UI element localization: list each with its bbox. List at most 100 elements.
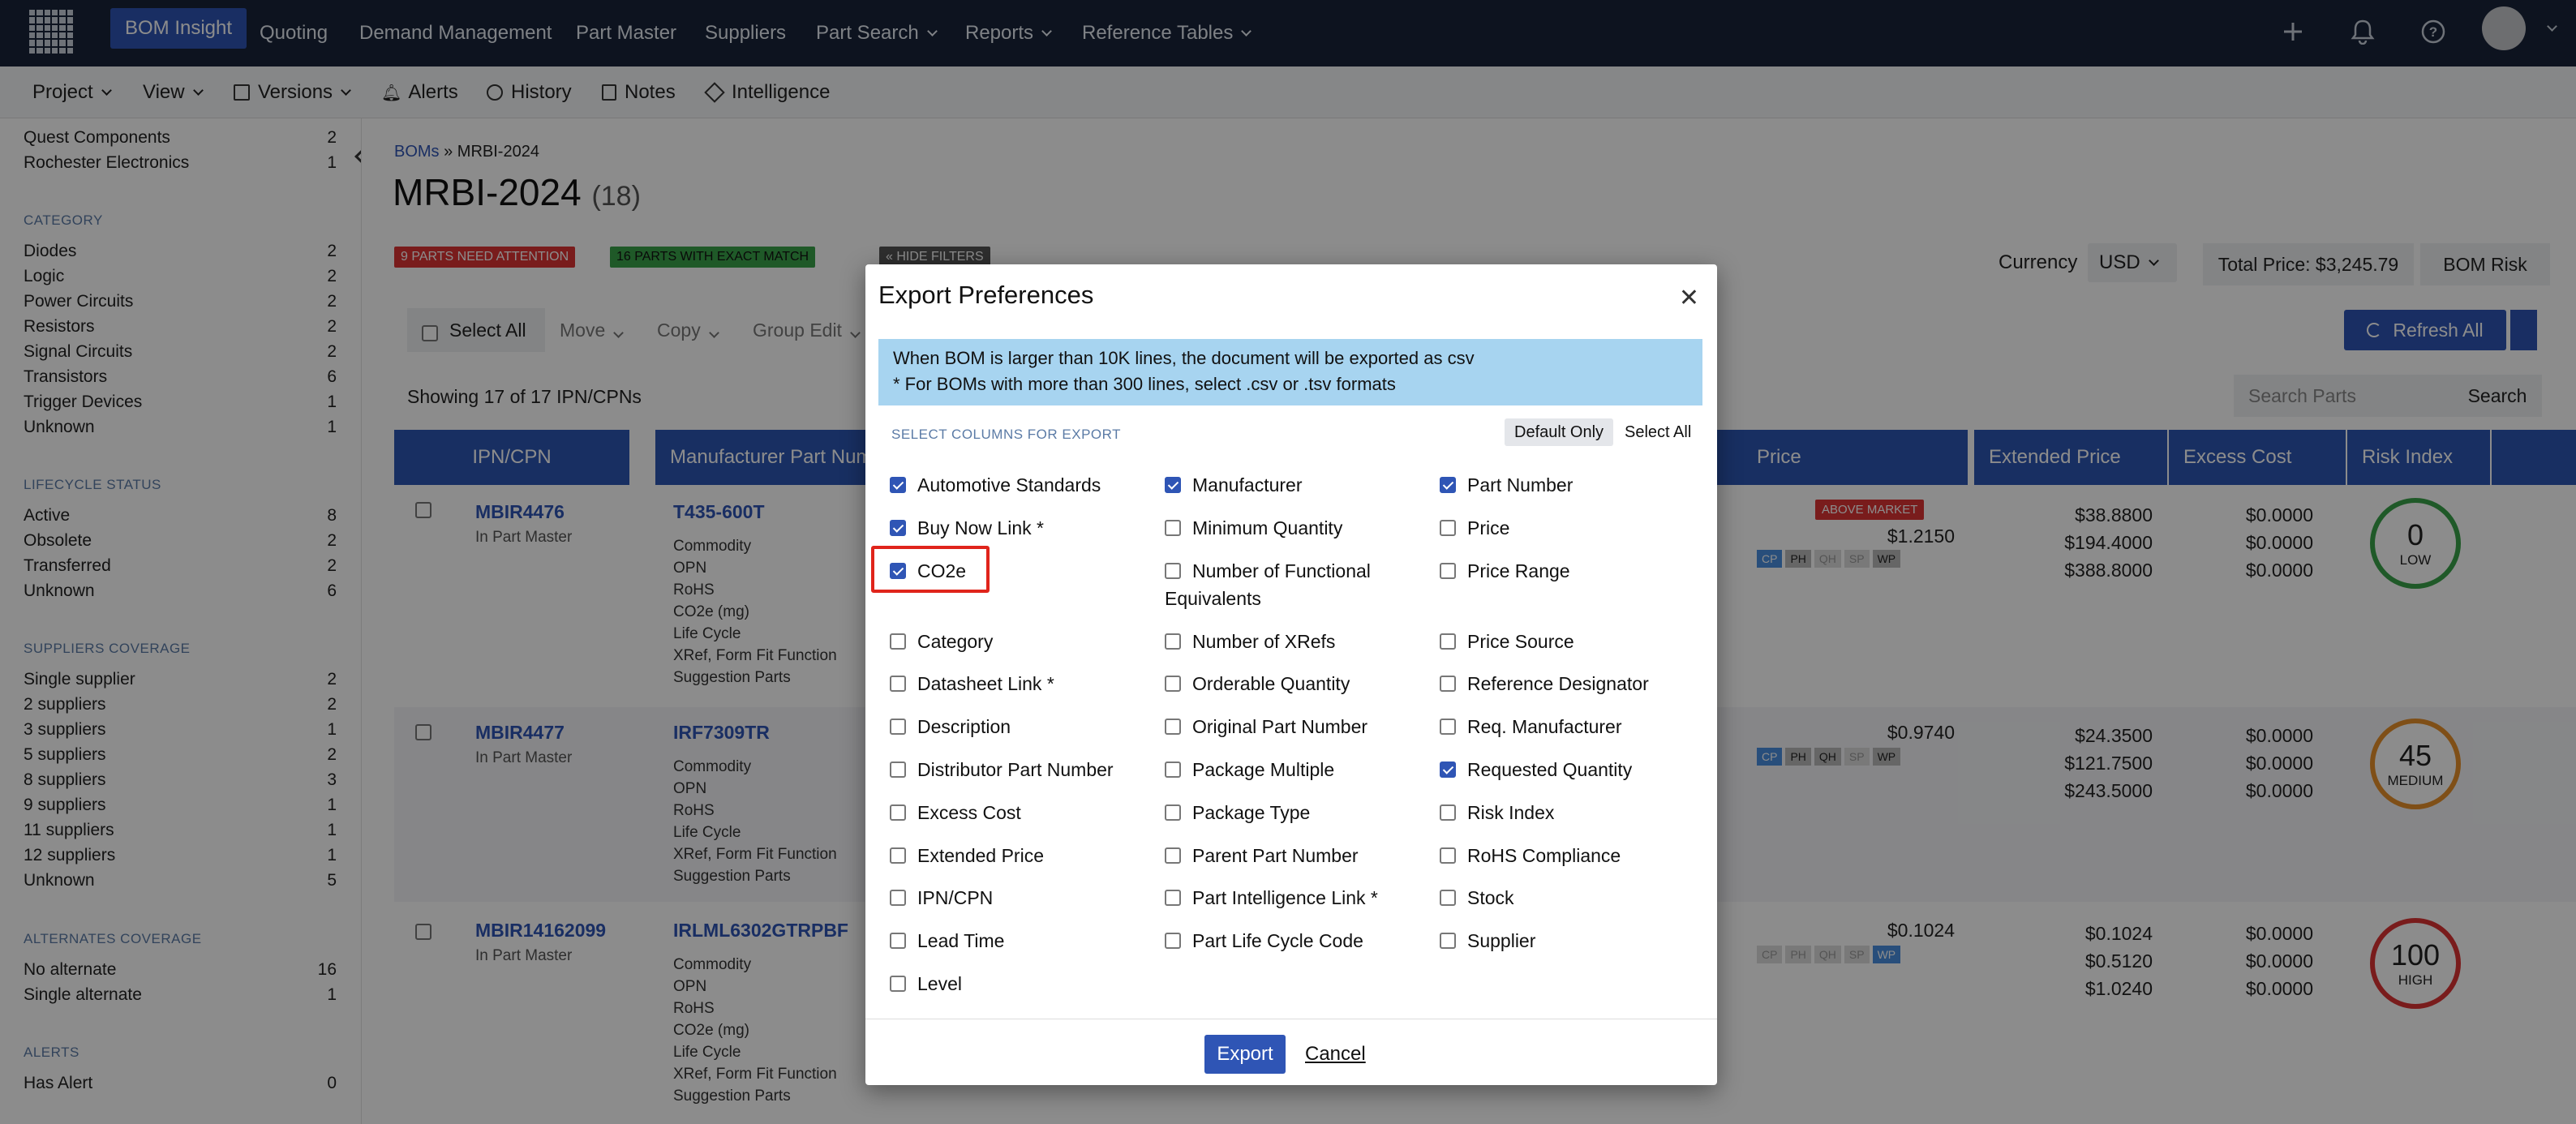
default-only-button[interactable]: Default Only xyxy=(1505,418,1614,446)
option-part-number[interactable]: Part Number xyxy=(1440,471,1573,499)
option-label: Price xyxy=(1467,517,1510,538)
option-risk-index[interactable]: Risk Index xyxy=(1440,799,1554,826)
checkbox[interactable] xyxy=(890,633,906,650)
checkbox[interactable] xyxy=(1440,633,1456,650)
option-label: Extended Price xyxy=(917,845,1044,866)
option-requested-quantity[interactable]: Requested Quantity xyxy=(1440,756,1632,783)
option-label: Level xyxy=(917,973,962,994)
option-label: Req. Manufacturer xyxy=(1467,716,1622,737)
checkbox[interactable] xyxy=(890,890,906,906)
option-datasheet-link[interactable]: Datasheet Link * xyxy=(890,670,1054,697)
checkbox[interactable] xyxy=(1165,633,1181,650)
checkbox[interactable] xyxy=(1165,676,1181,692)
option-buy-now-link[interactable]: Buy Now Link * xyxy=(890,514,1044,542)
co2e-highlight-box xyxy=(871,546,990,593)
checkbox[interactable] xyxy=(890,976,906,992)
export-preferences-dialog: Export Preferences ✕ When BOM is larger … xyxy=(865,264,1717,1085)
option-parent-part-number[interactable]: Parent Part Number xyxy=(1165,842,1359,869)
checkbox[interactable] xyxy=(1165,719,1181,735)
option-label: Package Multiple xyxy=(1192,759,1335,780)
checkbox[interactable] xyxy=(1165,563,1181,579)
export-button[interactable]: Export xyxy=(1204,1035,1286,1074)
checkbox[interactable] xyxy=(1165,520,1181,536)
option-price-range[interactable]: Price Range xyxy=(1440,557,1570,585)
option-label: Distributor Part Number xyxy=(917,759,1114,780)
checkbox[interactable] xyxy=(1440,761,1456,778)
option-label: Supplier xyxy=(1467,930,1536,951)
option-label: Orderable Quantity xyxy=(1192,673,1350,694)
export-info-banner: When BOM is larger than 10K lines, the d… xyxy=(878,339,1702,405)
option-manufacturer[interactable]: Manufacturer xyxy=(1165,471,1303,499)
checkbox[interactable] xyxy=(890,933,906,949)
checkbox[interactable] xyxy=(890,804,906,821)
option-label: RoHS Compliance xyxy=(1467,845,1621,866)
option-label: Original Part Number xyxy=(1192,716,1368,737)
checkbox[interactable] xyxy=(890,676,906,692)
option-supplier[interactable]: Supplier xyxy=(1440,927,1535,955)
option-label: Datasheet Link * xyxy=(917,673,1054,694)
option-label: Category xyxy=(917,631,994,652)
option-label: Price Source xyxy=(1467,631,1574,652)
option-number-of-xrefs[interactable]: Number of XRefs xyxy=(1165,628,1335,655)
checkbox[interactable] xyxy=(1440,847,1456,864)
option-req-manufacturer[interactable]: Req. Manufacturer xyxy=(1440,713,1621,740)
option-label: Price Range xyxy=(1467,560,1570,581)
option-price[interactable]: Price xyxy=(1440,514,1509,542)
checkbox[interactable] xyxy=(1440,933,1456,949)
option-label: Reference Designator xyxy=(1467,673,1649,694)
checkbox[interactable] xyxy=(1440,676,1456,692)
checkbox[interactable] xyxy=(890,847,906,864)
option-label: Minimum Quantity xyxy=(1192,517,1343,538)
checkbox[interactable] xyxy=(1165,933,1181,949)
checkbox[interactable] xyxy=(1165,890,1181,906)
checkbox[interactable] xyxy=(1165,804,1181,821)
option-minimum-quantity[interactable]: Minimum Quantity xyxy=(1165,514,1342,542)
option-ipn-cpn[interactable]: IPN/CPN xyxy=(890,884,993,912)
checkbox[interactable] xyxy=(1440,520,1456,536)
option-orderable-quantity[interactable]: Orderable Quantity xyxy=(1165,670,1350,697)
option-excess-cost[interactable]: Excess Cost xyxy=(890,799,1021,826)
checkbox[interactable] xyxy=(890,719,906,735)
option-label: Number of XRefs xyxy=(1192,631,1336,652)
checkbox[interactable] xyxy=(1440,890,1456,906)
option-stock[interactable]: Stock xyxy=(1440,884,1514,912)
option-original-part-number[interactable]: Original Part Number xyxy=(1165,713,1367,740)
option-price-source[interactable]: Price Source xyxy=(1440,628,1574,655)
checkbox[interactable] xyxy=(890,477,906,493)
checkbox[interactable] xyxy=(890,761,906,778)
option-lead-time[interactable]: Lead Time xyxy=(890,927,1004,955)
option-label: IPN/CPN xyxy=(917,887,994,908)
option-extended-price[interactable]: Extended Price xyxy=(890,842,1044,869)
checkbox[interactable] xyxy=(890,520,906,536)
select-all-columns-button[interactable]: Select All xyxy=(1615,418,1701,446)
close-icon[interactable]: ✕ xyxy=(1679,284,1699,312)
checkbox[interactable] xyxy=(1440,477,1456,493)
option-label: Stock xyxy=(1467,887,1514,908)
option-number-of-functional-equivalents[interactable]: Number of Functional xyxy=(1165,557,1371,585)
option-label: Lead Time xyxy=(917,930,1005,951)
option-description[interactable]: Description xyxy=(890,713,1011,740)
option-label: Parent Part Number xyxy=(1192,845,1359,866)
checkbox[interactable] xyxy=(1165,761,1181,778)
option-level[interactable]: Level xyxy=(890,970,962,997)
option-reference-designator[interactable]: Reference Designator xyxy=(1440,670,1649,697)
option-automotive-standards[interactable]: Automotive Standards xyxy=(890,471,1101,499)
checkbox[interactable] xyxy=(1440,804,1456,821)
checkbox[interactable] xyxy=(1165,477,1181,493)
option-package-multiple[interactable]: Package Multiple xyxy=(1165,756,1334,783)
option-package-type[interactable]: Package Type xyxy=(1165,799,1310,826)
option-distributor-part-number[interactable]: Distributor Part Number xyxy=(890,756,1114,783)
option-part-life-cycle-code[interactable]: Part Life Cycle Code xyxy=(1165,927,1363,955)
option-label: Part Number xyxy=(1467,474,1574,496)
option-label: Automotive Standards xyxy=(917,474,1101,496)
option-rohs-compliance[interactable]: RoHS Compliance xyxy=(1440,842,1621,869)
checkbox[interactable] xyxy=(1165,847,1181,864)
checkbox[interactable] xyxy=(1440,563,1456,579)
option-label: Package Type xyxy=(1192,802,1311,823)
checkbox[interactable] xyxy=(1440,719,1456,735)
cancel-button[interactable]: Cancel xyxy=(1305,1035,1366,1074)
option-part-intelligence-link[interactable]: Part Intelligence Link * xyxy=(1165,884,1378,912)
option-label-continued: Equivalents xyxy=(1165,588,1261,609)
option-category[interactable]: Category xyxy=(890,628,993,655)
info-line: * For BOMs with more than 300 lines, sel… xyxy=(893,374,1396,394)
